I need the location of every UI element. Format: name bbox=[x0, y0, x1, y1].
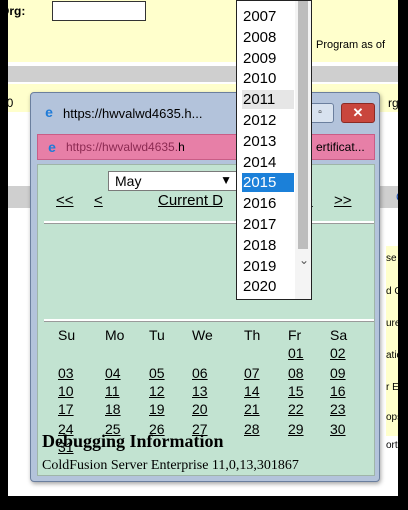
debug-heading: Debugging Information bbox=[42, 431, 224, 451]
debug-divider bbox=[44, 319, 374, 322]
year-option[interactable]: 2009 bbox=[242, 49, 294, 68]
calendar-day[interactable]: 06 bbox=[192, 365, 208, 381]
frame-right bbox=[398, 0, 408, 510]
year-option[interactable]: 2015 bbox=[242, 173, 294, 193]
calendar-day[interactable]: 12 bbox=[149, 383, 165, 399]
year-list-scrollbar[interactable]: ⌄ bbox=[295, 1, 311, 299]
prev-month-link[interactable]: < bbox=[94, 192, 103, 209]
calendar-day[interactable]: 29 bbox=[288, 421, 304, 437]
month-select-value: May bbox=[115, 173, 142, 189]
year-dropdown-list[interactable]: 2007 2008 2009 2010 2011 2012 2013 2014 2015 2016… bbox=[236, 0, 312, 300]
calendar-day[interactable]: 05 bbox=[149, 365, 165, 381]
calendar-day[interactable]: 01 bbox=[288, 345, 304, 361]
year-option[interactable]: 2020 bbox=[242, 277, 294, 296]
month-select[interactable]: May ▼ bbox=[108, 171, 238, 191]
gray-separator bbox=[0, 66, 408, 82]
year-option[interactable]: 2014 bbox=[242, 153, 294, 172]
side-text: se bbox=[386, 253, 397, 264]
org-input[interactable] bbox=[52, 1, 146, 21]
frame-left bbox=[0, 0, 8, 510]
certificate-error-text[interactable]: ertificat... bbox=[316, 140, 365, 154]
calendar-day[interactable]: 15 bbox=[288, 383, 304, 399]
calendar-day[interactable]: 02 bbox=[330, 345, 346, 361]
address-bar[interactable]: e https://hwvalwd4635.h ertificat... bbox=[37, 134, 375, 160]
popup-title: https://hwvalwd4635.h... bbox=[63, 106, 203, 121]
address-url: https://hwvalwd4635.h bbox=[66, 140, 185, 154]
year-option[interactable]: 2017 bbox=[242, 215, 294, 234]
year-option[interactable]: 2012 bbox=[242, 111, 294, 130]
calendar-day[interactable]: 08 bbox=[288, 365, 304, 381]
calendar-day[interactable]: 28 bbox=[244, 421, 260, 437]
year-option[interactable]: 2018 bbox=[242, 236, 294, 255]
next-year-link[interactable]: >> bbox=[334, 192, 352, 209]
calendar-divider bbox=[44, 221, 374, 224]
calendar-day[interactable]: 09 bbox=[330, 365, 346, 381]
current-date-link[interactable]: Current D bbox=[158, 192, 223, 209]
side-text: r E bbox=[386, 382, 399, 393]
prev-year-link[interactable]: << bbox=[56, 192, 74, 209]
calendar-day[interactable]: 10 bbox=[58, 383, 74, 399]
chevron-down-icon: ▼ bbox=[220, 173, 232, 187]
weekday-header: We bbox=[192, 327, 213, 343]
ie-browser-icon: e bbox=[45, 104, 53, 120]
calendar-content: May ▼ << < Current D > >> Su Mo Tu We Th… bbox=[37, 164, 375, 476]
year-option[interactable]: 2019 bbox=[242, 257, 294, 276]
year-option[interactable]: 2011 bbox=[242, 90, 294, 110]
program-as-of-text: Program as of bbox=[316, 39, 386, 51]
frame-bottom bbox=[0, 496, 408, 510]
ie-page-icon: e bbox=[48, 139, 56, 155]
calendar-day[interactable]: 07 bbox=[244, 365, 260, 381]
calendar-day[interactable]: 13 bbox=[192, 383, 208, 399]
weekday-header: Th bbox=[244, 327, 261, 343]
year-option[interactable]: 2008 bbox=[242, 28, 294, 47]
calendar-day[interactable]: 20 bbox=[192, 401, 208, 417]
calendar-day[interactable]: 30 bbox=[330, 421, 346, 437]
weekday-header: Su bbox=[58, 327, 76, 343]
calendar-day[interactable]: 03 bbox=[58, 365, 74, 381]
calendar-popup-window: e https://hwvalwd4635.h... ▫ ✕ e https:/… bbox=[30, 92, 380, 482]
year-option[interactable]: 2016 bbox=[242, 194, 294, 213]
calendar-day[interactable]: 18 bbox=[105, 401, 121, 417]
year-option[interactable]: 2007 bbox=[242, 7, 294, 26]
calendar-day[interactable]: 04 bbox=[105, 365, 121, 381]
calendar-day[interactable]: 22 bbox=[288, 401, 304, 417]
popup-titlebar[interactable]: e https://hwvalwd4635.h... ▫ ✕ bbox=[31, 93, 379, 127]
weekday-header: Fr bbox=[288, 327, 302, 343]
year-option[interactable]: 2013 bbox=[242, 132, 294, 151]
calendar-day[interactable]: 19 bbox=[149, 401, 165, 417]
calendar-day[interactable]: 16 bbox=[330, 383, 346, 399]
scrollbar-thumb[interactable] bbox=[298, 1, 308, 249]
weekday-header: Tu bbox=[149, 327, 165, 343]
chevron-down-icon[interactable]: ⌄ bbox=[296, 253, 312, 269]
calendar-day[interactable]: 14 bbox=[244, 383, 260, 399]
year-option[interactable]: 2010 bbox=[242, 69, 294, 88]
calendar-day[interactable]: 21 bbox=[244, 401, 260, 417]
debug-server-info: ColdFusion Server Enterprise 11,0,13,301… bbox=[42, 458, 299, 473]
calendar-day[interactable]: 11 bbox=[105, 383, 120, 399]
close-button[interactable]: ✕ bbox=[341, 103, 375, 123]
weekday-header: Mo bbox=[105, 327, 125, 343]
weekday-header: Sa bbox=[330, 327, 348, 343]
calendar-day[interactable]: 23 bbox=[330, 401, 346, 417]
calendar-day[interactable]: 17 bbox=[58, 401, 74, 417]
